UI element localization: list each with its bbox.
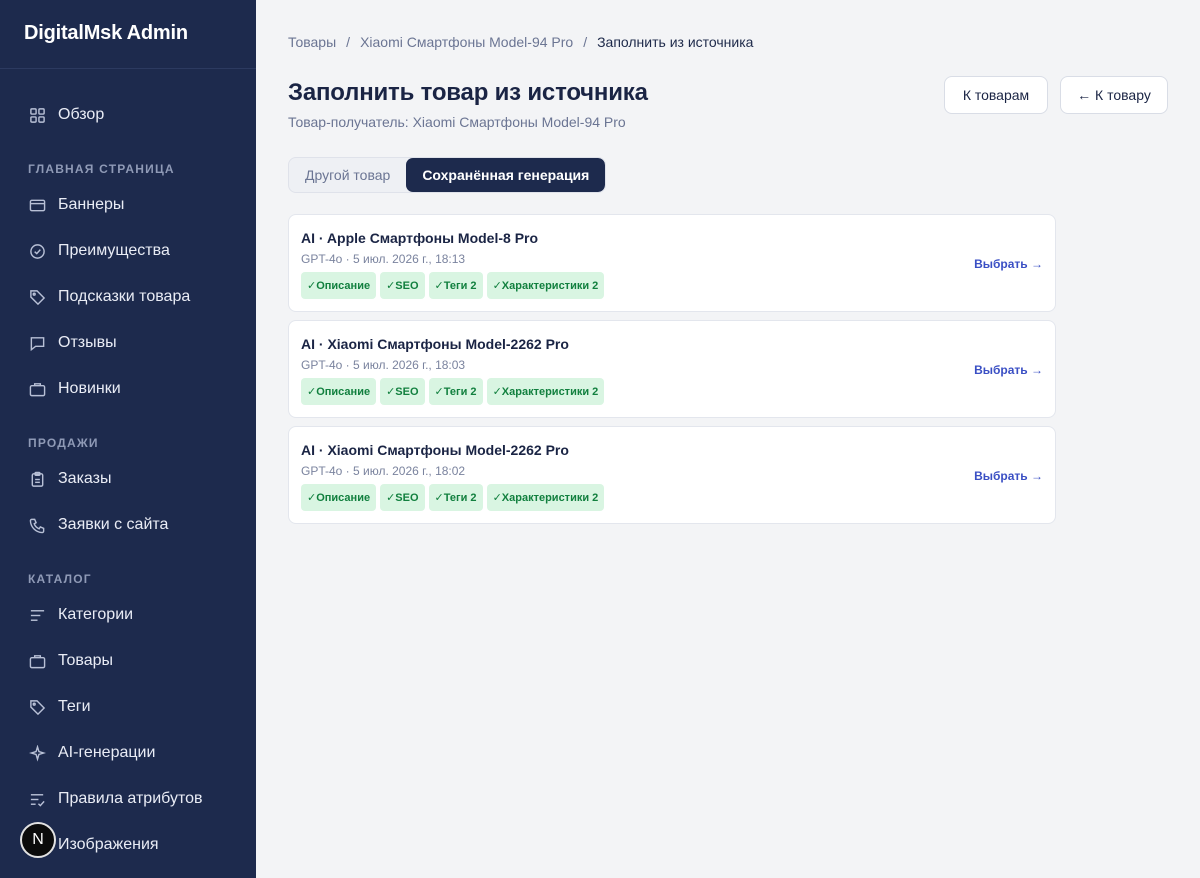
generation-chips: ✓Описание ✓SEO ✓Теги 2 ✓Характеристики 2: [301, 484, 608, 511]
generation-chips: ✓Описание ✓SEO ✓Теги 2 ✓Характеристики 2: [301, 272, 608, 299]
sidebar-item-label: Правила атрибутов: [58, 790, 203, 807]
tag-icon: [28, 698, 46, 716]
tag-icon: [28, 288, 46, 306]
sidebar-item-briefcase[interactable]: Товары: [0, 638, 256, 684]
sidebar-item-label: Обзор: [58, 106, 105, 123]
sidebar-item-list-check[interactable]: Правила атрибутов: [0, 776, 256, 822]
sidebar-item-label: Подсказки товара: [58, 288, 191, 305]
select-generation-link[interactable]: Выбрать →: [974, 257, 1043, 271]
sidebar-item-label: Новинки: [58, 380, 121, 397]
breadcrumb-link-product[interactable]: Xiaomi Смартфоны Model-94 Pro: [360, 34, 573, 50]
to-product-button[interactable]: ← К товару: [1060, 76, 1168, 114]
page-subtitle: Товар-получатель: Xiaomi Смартфоны Model…: [288, 114, 626, 130]
sidebar-item-lines[interactable]: Категории: [0, 592, 256, 638]
sidebar-item-label: Отзывы: [58, 334, 117, 351]
clipboard-icon: [28, 470, 46, 488]
sidebar-item-card[interactable]: Баннеры: [0, 182, 256, 228]
sidebar-nav: Обзор Главная страница Баннеры Преимущества…: [0, 69, 256, 868]
sparkle-icon: [28, 744, 46, 762]
field-chip: ✓Теги 2: [428, 378, 483, 405]
app-title: DigitalMsk Admin: [0, 0, 256, 69]
list-check-icon: [28, 790, 46, 808]
tab-other-product[interactable]: Другой товар: [289, 158, 406, 192]
main-content: Товары / Xiaomi Смартфоны Model-94 Pro /…: [256, 0, 1200, 878]
sidebar-item-label: Заявки с сайта: [58, 516, 169, 533]
field-chip: ✓Теги 2: [428, 484, 483, 511]
sidebar-item-label: Категории: [58, 606, 134, 623]
sidebar-item-sparkle[interactable]: AI-генерации: [0, 730, 256, 776]
sidebar-item-label: Заказы: [58, 470, 112, 487]
sidebar-item-label: Баннеры: [58, 196, 125, 213]
card-icon: [28, 196, 46, 214]
breadcrumb-current: Заполнить из источника: [597, 34, 754, 50]
tab-saved-generation[interactable]: Сохранённая генерация: [406, 158, 606, 192]
page-title: Заполнить товар из источника: [288, 79, 648, 106]
sidebar-item-grid[interactable]: Обзор: [0, 92, 256, 138]
sidebar: DigitalMsk Admin Обзор Главная страница Ба…: [0, 0, 256, 878]
sidebar-item-label: Изображения: [58, 836, 159, 853]
sidebar-item-label: Товары: [58, 652, 114, 669]
lines-icon: [28, 606, 46, 624]
phone-icon: [28, 516, 46, 534]
sidebar-item-label: Преимущества: [58, 242, 170, 259]
sidebar-section-title: Главная страница: [28, 162, 175, 176]
select-generation-link[interactable]: Выбрать →: [974, 469, 1043, 483]
field-chip: ✓SEO: [380, 484, 425, 511]
sidebar-item-tag[interactable]: Подсказки товара: [0, 274, 256, 320]
generation-card: AI · Apple Смартфоны Model-8 Pro GPT-4o ·…: [288, 214, 1056, 312]
generation-title: AI · Apple Смартфоны Model-8 Pro: [301, 230, 539, 246]
generation-title: AI · Xiaomi Смартфоны Model-2262 Pro: [301, 336, 569, 352]
to-products-button[interactable]: К товарам: [944, 76, 1048, 114]
briefcase-icon: [28, 380, 46, 398]
sidebar-item-phone[interactable]: Заявки с сайта: [0, 502, 256, 548]
field-chip: ✓SEO: [380, 272, 425, 299]
sidebar-section-title: Продажи: [28, 436, 99, 450]
sidebar-item-label: Теги: [58, 698, 91, 715]
generation-chips: ✓Описание ✓SEO ✓Теги 2 ✓Характеристики 2: [301, 378, 608, 405]
field-chip: ✓Теги 2: [428, 272, 483, 299]
generation-card: AI · Xiaomi Смартфоны Model-2262 Pro GPT-…: [288, 320, 1056, 418]
generation-meta: GPT-4o · 5 июл. 2026 г., 18:03: [301, 358, 466, 372]
breadcrumb-separator: /: [583, 34, 588, 50]
generation-meta: GPT-4o · 5 июл. 2026 г., 18:13: [301, 252, 466, 266]
field-chip: ✓Описание: [301, 484, 377, 511]
check-circle-icon: [28, 242, 46, 260]
field-chip: ✓Описание: [301, 272, 377, 299]
field-chip: ✓SEO: [380, 378, 425, 405]
sidebar-item-tag[interactable]: Теги: [0, 684, 256, 730]
chat-icon: [28, 334, 46, 352]
sidebar-item-check-circle[interactable]: Преимущества: [0, 228, 256, 274]
breadcrumb-link-products[interactable]: Товары: [288, 34, 336, 50]
field-chip: ✓Описание: [301, 378, 377, 405]
select-generation-link[interactable]: Выбрать →: [974, 363, 1043, 377]
grid-icon: [28, 106, 46, 124]
breadcrumb-separator: /: [346, 34, 351, 50]
breadcrumb: Товары / Xiaomi Смартфоны Model-94 Pro /…: [288, 34, 753, 50]
sidebar-item-briefcase[interactable]: Новинки: [0, 366, 256, 412]
sidebar-item-chat[interactable]: Отзывы: [0, 320, 256, 366]
sidebar-item-clipboard[interactable]: Заказы: [0, 456, 256, 502]
sidebar-item-label: AI-генерации: [58, 744, 156, 761]
field-chip: ✓Характеристики 2: [486, 272, 605, 299]
avatar[interactable]: N: [20, 822, 56, 858]
generation-list: AI · Apple Смартфоны Model-8 Pro GPT-4o ·…: [288, 214, 1056, 532]
generation-card: AI · Xiaomi Смартфоны Model-2262 Pro GPT-…: [288, 426, 1056, 524]
source-tabs: Другой товар Сохранённая генерация: [288, 157, 607, 193]
sidebar-section-title: Каталог: [28, 572, 92, 586]
generation-meta: GPT-4o · 5 июл. 2026 г., 18:02: [301, 464, 466, 478]
field-chip: ✓Характеристики 2: [486, 378, 605, 405]
generation-title: AI · Xiaomi Смартфоны Model-2262 Pro: [301, 442, 569, 458]
field-chip: ✓Характеристики 2: [486, 484, 605, 511]
briefcase-icon: [28, 652, 46, 670]
